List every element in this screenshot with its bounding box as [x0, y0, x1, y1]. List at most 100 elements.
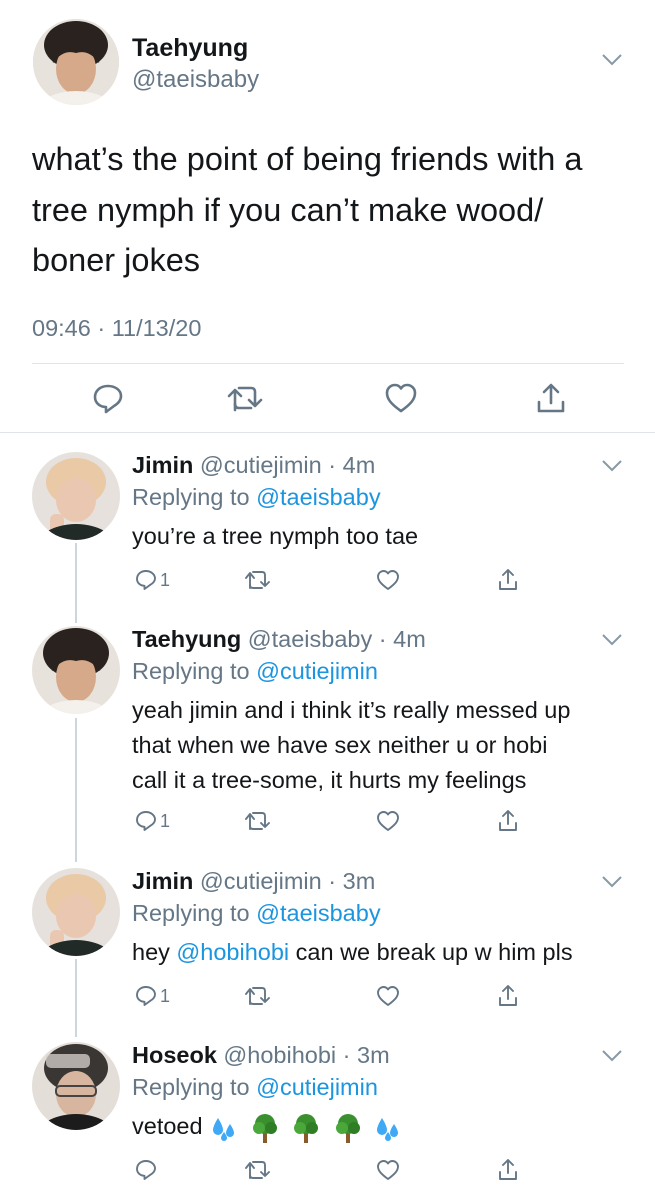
tweet-text-line: what’s the point of being friends with a	[32, 141, 583, 177]
chevron-down-icon[interactable]	[600, 1048, 624, 1064]
reply-time: · 4m	[378, 626, 426, 652]
reply-count: 1	[160, 810, 171, 831]
reply-text-part: hey	[132, 939, 177, 965]
reply-text: you’re a tree nymph too tae	[132, 519, 632, 554]
replying-label: Replying to	[132, 1074, 257, 1100]
mention-link[interactable]: @cutiejimin	[256, 1074, 378, 1100]
like-button[interactable]	[375, 1156, 401, 1184]
reply-icon	[136, 811, 156, 831]
mention-link[interactable]: @cutiejimin	[256, 658, 378, 684]
tweet-timestamp: 09:46 · 11/13/20	[32, 315, 202, 341]
like-icon	[377, 811, 399, 831]
reply-tweet[interactable]: Jimin @cutiejimin · 4m Replying to @taei…	[0, 450, 655, 610]
reply-icon	[136, 986, 156, 1006]
reply-button[interactable]: 1	[134, 566, 170, 594]
reply-tweet[interactable]: Hoseok @hobihobi · 3m Replying to @cutie…	[0, 1040, 655, 1200]
retweet-icon[interactable]	[227, 380, 263, 416]
retweet-button[interactable]	[244, 566, 272, 594]
reply-header: Jimin @cutiejimin · 4m	[132, 452, 375, 479]
reply-button[interactable]	[134, 1156, 158, 1184]
tree-emoji	[335, 1113, 360, 1143]
retweet-button[interactable]	[244, 982, 272, 1010]
chevron-down-icon[interactable]	[600, 632, 624, 648]
share-icon	[499, 1159, 517, 1180]
retweet-button[interactable]	[244, 1156, 272, 1184]
main-tweet: Taehyung @taeisbaby what’s the point of …	[0, 0, 655, 432]
mention-link[interactable]: @taeisbaby	[256, 900, 380, 926]
retweet-button[interactable]	[244, 807, 272, 835]
chevron-down-icon[interactable]	[600, 874, 624, 890]
tree-emoji	[294, 1113, 319, 1143]
share-button[interactable]	[496, 982, 520, 1010]
share-button[interactable]	[496, 807, 520, 835]
reply-icon	[136, 570, 156, 590]
mention-link[interactable]: @taeisbaby	[256, 484, 380, 510]
author-name[interactable]: Jimin	[132, 868, 193, 894]
tree-emoji	[252, 1113, 277, 1143]
like-icon	[377, 570, 399, 590]
mention-link[interactable]: @hobihobi	[176, 939, 289, 965]
replying-label: Replying to	[132, 900, 257, 926]
reply-time: · 3m	[328, 868, 376, 894]
avatar[interactable]	[32, 452, 120, 540]
avatar[interactable]	[32, 626, 120, 714]
reply-tweet[interactable]: Taehyung @taeisbaby · 4m Replying to @cu…	[0, 624, 655, 854]
share-icon	[499, 810, 517, 831]
author-name[interactable]: Hoseok	[132, 1042, 217, 1068]
avatar[interactable]	[32, 1042, 120, 1130]
reply-text-part: vetoed	[132, 1113, 203, 1139]
author-handle[interactable]: @cutiejimin	[200, 868, 322, 894]
like-button[interactable]	[375, 982, 401, 1010]
tweet-text-line: boner jokes	[32, 242, 201, 278]
avatar[interactable]	[33, 19, 119, 105]
retweet-icon	[245, 987, 270, 1005]
like-icon[interactable]	[383, 380, 419, 416]
reply-text-part: can we break up w him pls	[289, 939, 573, 965]
replying-label: Replying to	[132, 658, 257, 684]
reply-tweet[interactable]: Jimin @cutiejimin · 3m Replying to @taei…	[0, 866, 655, 1026]
reply-count: 1	[160, 569, 171, 590]
author-name[interactable]: Taehyung	[132, 626, 241, 652]
tweet-text: what’s the point of being friends with a…	[32, 134, 632, 286]
reply-icon	[136, 1160, 156, 1180]
reply-text-line: call it a tree-some, it hurts my feeling…	[132, 767, 527, 793]
chevron-down-icon[interactable]	[600, 458, 624, 474]
author-handle[interactable]: @taeisbaby	[132, 66, 259, 94]
reply-button[interactable]: 1	[134, 807, 170, 835]
reply-time: · 3m	[342, 1042, 390, 1068]
author-handle[interactable]: @cutiejimin	[200, 452, 322, 478]
author-name[interactable]: Jimin	[132, 452, 193, 478]
reply-button[interactable]: 1	[134, 982, 170, 1010]
chevron-down-icon[interactable]	[600, 52, 624, 68]
share-icon	[499, 985, 517, 1006]
replying-to: Replying to @taeisbaby	[132, 484, 381, 511]
share-icon[interactable]	[533, 380, 569, 416]
reply-header: Taehyung @taeisbaby · 4m	[132, 626, 426, 653]
reply-icon[interactable]	[90, 380, 126, 416]
author-handle[interactable]: @taeisbaby	[248, 626, 372, 652]
share-icon	[499, 569, 517, 590]
like-button[interactable]	[375, 807, 401, 835]
reply-text: vetoed	[132, 1109, 632, 1144]
like-button[interactable]	[375, 566, 401, 594]
replying-to: Replying to @cutiejimin	[132, 658, 378, 685]
retweet-icon	[245, 1161, 270, 1179]
share-button[interactable]	[496, 1156, 520, 1184]
tweet-text-line: tree nymph if you can’t make wood/	[32, 191, 544, 228]
replying-to: Replying to @cutiejimin	[132, 1074, 378, 1101]
reply-header: Jimin @cutiejimin · 3m	[132, 868, 375, 895]
share-button[interactable]	[496, 566, 520, 594]
reply-time: · 4m	[328, 452, 376, 478]
reply-header: Hoseok @hobihobi · 3m	[132, 1042, 390, 1069]
replying-to: Replying to @taeisbaby	[132, 900, 381, 927]
author-name[interactable]: Taehyung	[132, 34, 248, 63]
avatar[interactable]	[32, 868, 120, 956]
author-handle[interactable]: @hobihobi	[223, 1042, 336, 1068]
replying-label: Replying to	[132, 484, 257, 510]
reply-text: hey @hobihobi can we break up w him pls	[132, 935, 632, 970]
retweet-icon	[245, 812, 270, 830]
reply-count: 1	[160, 985, 171, 1006]
reply-text: yeah jimin and i think it’s really messe…	[132, 693, 632, 798]
retweet-icon	[245, 571, 270, 589]
like-icon	[377, 1160, 399, 1180]
